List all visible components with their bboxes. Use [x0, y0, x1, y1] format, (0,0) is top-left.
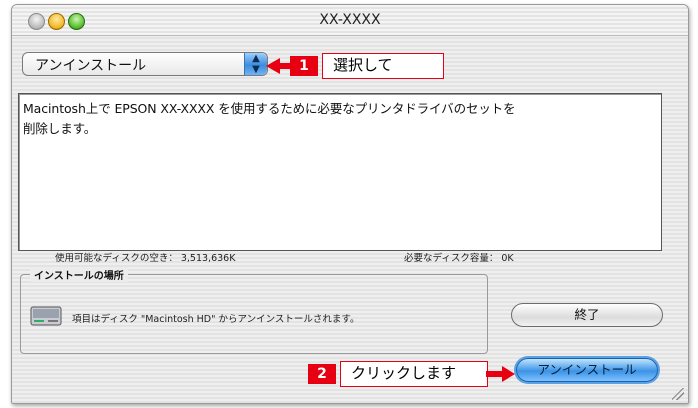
disk-required: 必要なディスク容量： 0K: [404, 253, 514, 264]
install-location-label: インストールの場所: [30, 267, 128, 282]
callout-arrow-icon: [266, 58, 290, 74]
resize-grip-icon[interactable]: [672, 388, 684, 400]
title-bar[interactable]: XX-XXXX: [12, 5, 688, 36]
disk-available: 使用可能なディスクの空き： 3,513,636K: [55, 253, 236, 264]
action-popup[interactable]: アンインストール ▲ ▼: [22, 52, 268, 76]
callout-2-text: クリックします: [340, 361, 488, 387]
description-line-1: Macintosh上で EPSON XX-XXXX を使用するために必要なプリン…: [23, 101, 516, 116]
description-line-2: 削除します。: [23, 121, 97, 136]
uninstall-button[interactable]: アンインストール: [516, 358, 658, 382]
callout-1-text: 選択して: [322, 53, 444, 79]
callout-2-number: 2: [308, 364, 336, 384]
hard-disk-icon: [30, 306, 62, 326]
callout-1-number: 1: [290, 56, 318, 76]
callout-2-arrow: [486, 366, 515, 382]
window-title: XX-XXXX: [319, 12, 381, 28]
description-box: Macintosh上で EPSON XX-XXXX を使用するために必要なプリン…: [18, 93, 662, 251]
quit-button[interactable]: 終了: [511, 303, 663, 327]
callout-arrow-icon: [486, 366, 515, 382]
install-location-message: 項目はディスク "Macintosh HD" からアンインストールされます。: [72, 314, 360, 325]
popup-arrow-icon[interactable]: ▲ ▼: [244, 53, 267, 75]
popup-selected-value: アンインストール: [35, 58, 147, 74]
